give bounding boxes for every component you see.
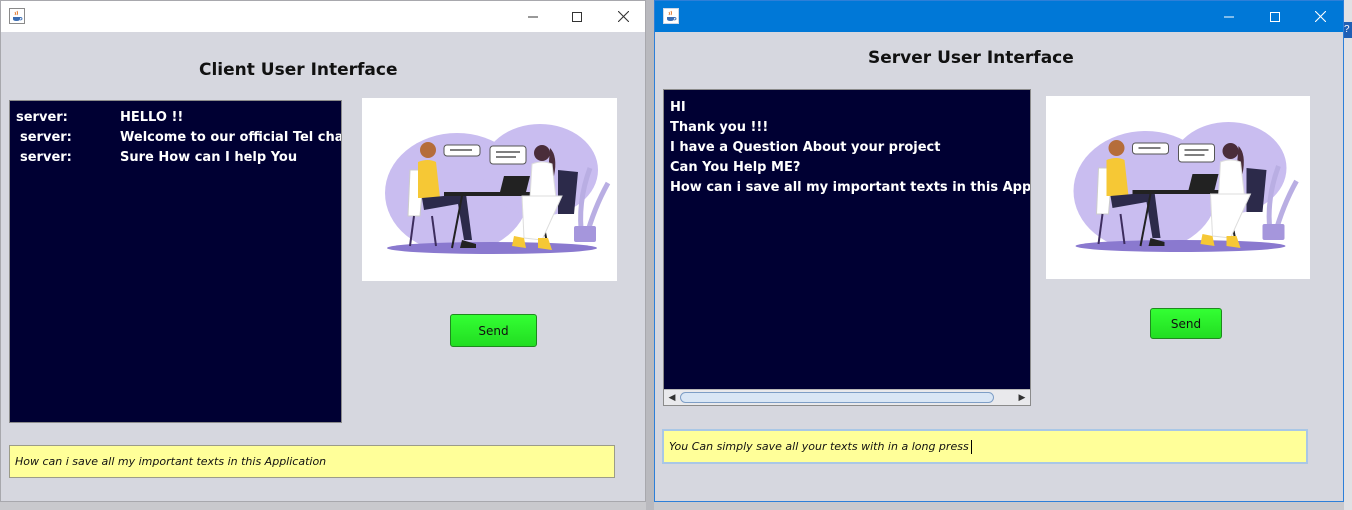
chat-history[interactable]: server: HELLO !! server: Welcome to our … — [9, 100, 342, 423]
close-button[interactable] — [600, 1, 646, 32]
maximize-icon — [1270, 11, 1280, 22]
minimize-icon — [528, 16, 538, 17]
page-title: Server User Interface — [868, 48, 1074, 68]
minimize-button[interactable] — [1206, 1, 1252, 32]
chat-message: server: HELLO !! — [10, 110, 341, 130]
scroll-right-icon[interactable]: ▶ — [1015, 392, 1029, 404]
chat-message: HI — [670, 100, 686, 115]
chat-history[interactable]: HI Thank you !!! I have a Question About… — [663, 89, 1031, 406]
maximize-button[interactable] — [554, 1, 600, 32]
scrollbar-thumb[interactable] — [680, 392, 994, 403]
horizontal-scrollbar[interactable]: ◀ ▶ — [664, 389, 1030, 405]
minimize-button[interactable] — [510, 1, 556, 32]
java-cup-icon — [9, 8, 25, 24]
chat-message: How can i save all my important texts in… — [670, 180, 1031, 195]
chat-text: HELLO !! — [120, 110, 184, 125]
chat-message: I have a Question About your project — [670, 140, 941, 155]
java-cup-icon — [663, 8, 679, 24]
maximize-button[interactable] — [1252, 1, 1298, 32]
send-button[interactable]: Send — [450, 314, 537, 347]
client-window: Client User Interface server: HELLO !! s… — [0, 0, 646, 502]
desktop-edge — [1344, 0, 1352, 510]
close-icon — [617, 11, 629, 22]
meeting-illustration — [362, 98, 617, 281]
chat-sender: server: — [20, 130, 72, 145]
chat-sender: server: — [16, 110, 68, 125]
minimize-icon — [1224, 16, 1234, 17]
desktop-gap — [646, 0, 654, 510]
message-input-value: You Can simply save all your texts with … — [669, 440, 969, 453]
message-input[interactable]: How can i save all my important texts in… — [9, 445, 615, 478]
server-window: Server User Interface HI Thank you !!! I… — [654, 0, 1344, 502]
client-titlebar[interactable] — [1, 1, 645, 32]
message-input[interactable]: You Can simply save all your texts with … — [662, 429, 1308, 464]
send-button[interactable]: Send — [1150, 308, 1222, 339]
help-icon[interactable]: ? — [1344, 22, 1352, 38]
chat-message: Can You Help ME? — [670, 160, 801, 175]
chat-sender: server: — [20, 150, 72, 165]
meeting-illustration — [1046, 96, 1310, 279]
maximize-icon — [572, 11, 582, 22]
close-icon — [1314, 11, 1326, 22]
text-caret — [970, 440, 972, 454]
chat-text: Welcome to our official Tel chat — [120, 130, 342, 145]
message-input-value: How can i save all my important texts in… — [15, 455, 327, 468]
close-button[interactable] — [1297, 1, 1343, 32]
chat-message: Thank you !!! — [670, 120, 769, 135]
chat-message: server: Welcome to our official Tel chat — [10, 130, 341, 150]
server-titlebar[interactable] — [655, 1, 1343, 32]
scroll-left-icon[interactable]: ◀ — [665, 392, 679, 404]
chat-text: Sure How can I help You — [120, 150, 298, 165]
page-title: Client User Interface — [199, 60, 398, 80]
chat-message: server: Sure How can I help You — [10, 150, 341, 170]
